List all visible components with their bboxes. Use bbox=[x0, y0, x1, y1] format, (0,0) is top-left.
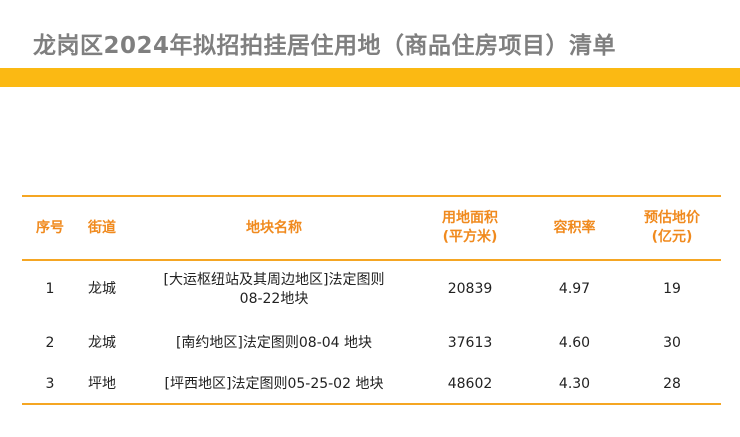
header-estimated-price-line2: (亿元) bbox=[651, 229, 693, 245]
header-land-area: 用地面积 (平方米) bbox=[414, 195, 526, 261]
cell-estimated-price: 28 bbox=[623, 369, 721, 405]
page-title: 龙岗区2024年拟招拍挂居住用地（商品住房项目）清单 bbox=[33, 33, 617, 59]
header-land-area-line2: (平方米) bbox=[442, 229, 498, 245]
cell-land-area: 48602 bbox=[414, 369, 526, 405]
cell-street: 龙城 bbox=[88, 335, 116, 351]
cell-floor-area-ratio: 4.60 bbox=[558, 335, 591, 351]
cell-estimated-price: 19 bbox=[663, 281, 681, 297]
cell-parcel-name: [坪西地区]法定图则05-25-02 地块 bbox=[134, 369, 414, 405]
cell-land-area: 37613 bbox=[447, 335, 493, 351]
cell-index: 2 bbox=[45, 335, 55, 351]
cell-parcel-name: [南约地区]法定图则08-04 地块 bbox=[175, 335, 373, 351]
cell-estimated-price: 30 bbox=[663, 335, 681, 351]
header-estimated-price-line1: 预估地价 bbox=[644, 210, 700, 226]
land-parcel-table: 序号 街道 地块名称 用地面积 (平方米) 容积率 预估地价 (亿元) 1 龙城… bbox=[22, 195, 721, 405]
header-street: 街道 bbox=[78, 195, 134, 261]
cell-land-area: 20839 bbox=[447, 281, 493, 297]
cell-floor-area-ratio: 4.30 bbox=[526, 369, 623, 405]
cell-street: 坪地 bbox=[78, 369, 134, 405]
table-row: 2 龙城 [南约地区]法定图则08-04 地块 37613 4.60 30 bbox=[22, 318, 721, 369]
cell-street: 龙城 bbox=[88, 281, 116, 297]
table-header-row: 序号 街道 地块名称 用地面积 (平方米) 容积率 预估地价 (亿元) bbox=[22, 195, 721, 261]
cell-index: 3 bbox=[22, 369, 78, 405]
cell-index: 1 bbox=[45, 281, 55, 297]
cell-floor-area-ratio: 4.97 bbox=[558, 281, 591, 297]
cell-parcel-name: [大运枢纽站及其周边地区]法定图则 08-22地块 bbox=[134, 260, 414, 318]
header-estimated-price: 预估地价 (亿元) bbox=[623, 195, 721, 261]
table-row: 3 坪地 [坪西地区]法定图则05-25-02 地块 48602 4.30 28 bbox=[22, 369, 721, 405]
header-index: 序号 bbox=[22, 195, 78, 261]
cell-parcel-name-line1: [大运枢纽站及其周边地区]法定图则 bbox=[163, 271, 385, 288]
header-floor-area-ratio: 容积率 bbox=[526, 195, 623, 261]
title-accent-bar bbox=[0, 68, 740, 87]
header-land-area-line1: 用地面积 bbox=[442, 210, 498, 226]
header-parcel-name: 地块名称 bbox=[134, 195, 414, 261]
cell-parcel-name-line2: 08-22地块 bbox=[239, 290, 309, 307]
table-row: 1 龙城 [大运枢纽站及其周边地区]法定图则 08-22地块 20839 4.9… bbox=[22, 260, 721, 318]
